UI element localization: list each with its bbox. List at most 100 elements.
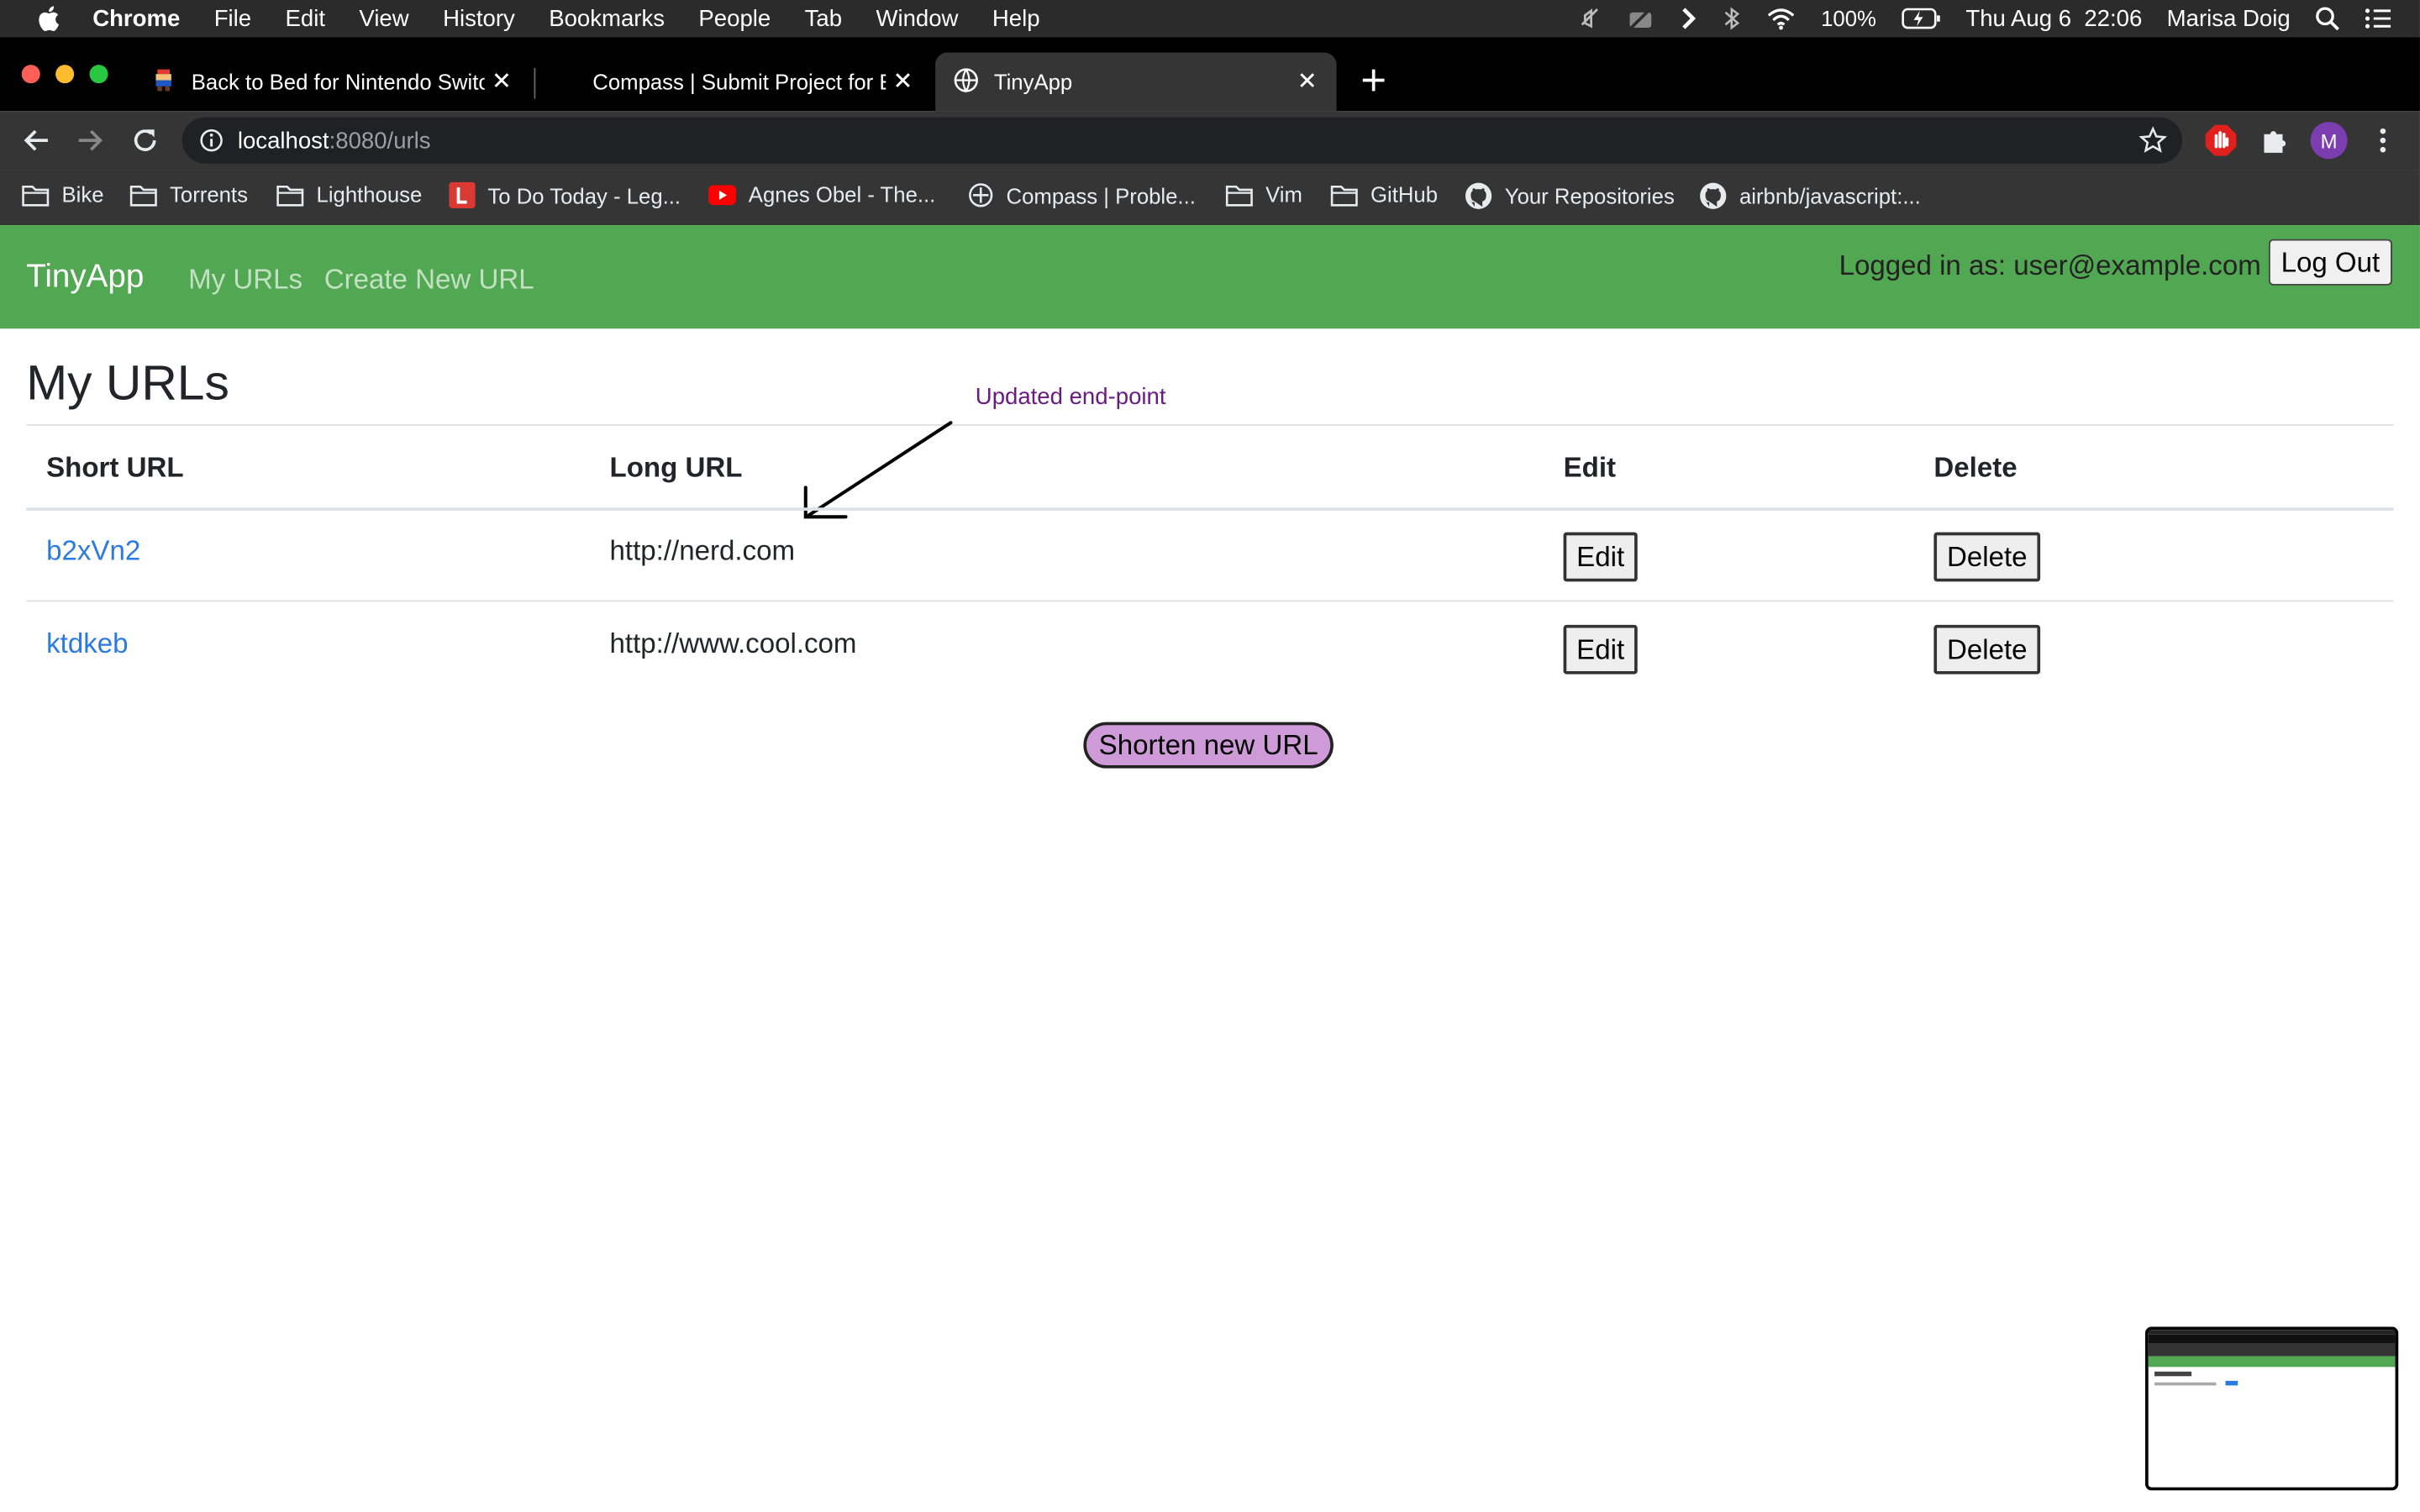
edit-button[interactable]: Edit — [1563, 532, 1638, 582]
chevron-right-icon[interactable] — [1679, 6, 1697, 30]
apple-icon[interactable] — [34, 5, 61, 33]
globe-icon — [954, 67, 978, 97]
compass-icon — [969, 183, 993, 207]
folder-icon — [22, 185, 50, 206]
bookmark-label: Compass | Proble... — [1006, 182, 1196, 208]
long-url-text: http://nerd.com — [609, 535, 796, 567]
bookmark-lighthouse[interactable]: Lighthouse — [276, 181, 423, 207]
bookmark-your-repositories[interactable]: Your Repositories — [1465, 182, 1675, 210]
menu-window[interactable]: Window — [876, 5, 958, 31]
bookmark-vim[interactable]: Vim — [1225, 182, 1302, 207]
address-bar[interactable]: localhost:8080/urls — [182, 117, 2183, 164]
row-divider — [26, 600, 2394, 602]
bookmarks-bar: Bike Torrents Lighthouse To Do Today - L… — [0, 170, 2420, 226]
menu-app-name[interactable]: Chrome — [92, 5, 180, 31]
bookmark-agnes-obel[interactable]: Agnes Obel - The... — [708, 182, 935, 207]
adblock-extension-icon[interactable] — [2204, 123, 2238, 165]
page-title: My URLs — [26, 354, 229, 411]
tab-label: Compass | Submit Project for E — [592, 69, 886, 95]
notification-center-icon[interactable] — [2365, 8, 2392, 29]
forward-arrow-icon[interactable] — [74, 123, 108, 157]
battery-icon[interactable] — [1901, 8, 1941, 29]
tab-tinyapp[interactable]: TinyApp — [935, 52, 1337, 112]
extensions-puzzle-icon[interactable] — [2260, 125, 2291, 164]
bookmark-todo-today[interactable]: To Do Today - Leg... — [449, 181, 681, 208]
app-brand[interactable]: TinyApp — [26, 260, 144, 297]
menubar-status-area: 100% Thu Aug 6 22:06 Marisa Doig — [1577, 0, 2392, 37]
menu-bookmarks[interactable]: Bookmarks — [549, 5, 665, 31]
annotation-label: Updated end-point — [975, 384, 1166, 411]
menubar-datetime[interactable]: Thu Aug 6 22:06 — [1965, 5, 2142, 31]
folder-icon — [1330, 185, 1358, 206]
window-zoom-button[interactable] — [89, 65, 108, 84]
github-icon — [1465, 182, 1492, 209]
spotlight-search-icon[interactable] — [2315, 6, 2339, 31]
tab-close-icon[interactable] — [1293, 66, 1321, 94]
github-icon — [1700, 182, 1727, 209]
tab-compass-submit[interactable]: Compass | Submit Project for E — [537, 52, 932, 111]
logout-button[interactable]: Log Out — [2268, 239, 2392, 286]
folder-icon — [1225, 185, 1253, 206]
menu-people[interactable]: People — [698, 5, 771, 31]
bookmark-label: Vim — [1265, 181, 1302, 207]
battery-percent: 100% — [1821, 6, 1876, 31]
menu-history[interactable]: History — [443, 5, 515, 31]
profile-avatar[interactable]: M — [2310, 122, 2348, 160]
browser-toolbar: localhost:8080/urls M — [0, 111, 2420, 171]
edit-button[interactable]: Edit — [1563, 624, 1638, 675]
wifi-icon[interactable] — [1765, 6, 1797, 30]
menu-help[interactable]: Help — [992, 5, 1040, 31]
short-url-link[interactable]: b2xVn2 — [46, 535, 140, 568]
back-arrow-icon[interactable] — [18, 123, 52, 157]
bookmark-compass[interactable]: Compass | Proble... — [968, 182, 1196, 208]
bookmark-label: Torrents — [170, 181, 248, 207]
header-short-url: Short URL — [46, 452, 184, 483]
mute-icon[interactable] — [1577, 6, 1602, 30]
l-favicon-icon — [449, 181, 476, 208]
delete-button[interactable]: Delete — [1933, 624, 2041, 675]
camera-off-icon[interactable] — [1627, 6, 1655, 30]
short-url-link[interactable]: ktdkeb — [46, 628, 128, 661]
tab-close-icon[interactable] — [487, 66, 515, 94]
header-divider — [26, 507, 2394, 511]
menubar-user[interactable]: Marisa Doig — [2167, 5, 2291, 31]
menu-tab[interactable]: Tab — [805, 5, 842, 31]
bookmark-airbnb-javascript[interactable]: airbnb/javascript:... — [1699, 182, 1921, 210]
bookmark-label: airbnb/javascript:... — [1739, 183, 1921, 208]
nav-my-urls[interactable]: My URLs — [188, 264, 302, 297]
bookmark-torrents[interactable]: Torrents — [129, 182, 248, 207]
window-close-button[interactable] — [21, 65, 40, 84]
menu-file[interactable]: File — [214, 5, 251, 31]
tab-label: TinyApp — [993, 69, 1073, 95]
tab-label: Back to Bed for Nintendo Switc — [191, 69, 485, 95]
browser-tab-strip: Back to Bed for Nintendo Switc Compass |… — [0, 37, 2420, 112]
bookmark-star-icon[interactable] — [2139, 126, 2168, 162]
delete-button[interactable]: Delete — [1933, 532, 2041, 582]
screenshot-thumbnail[interactable] — [2145, 1326, 2399, 1491]
bookmark-bike[interactable]: Bike — [22, 182, 103, 207]
folder-icon — [276, 185, 304, 206]
bookmark-label: Agnes Obel - The... — [748, 181, 936, 207]
menu-view[interactable]: View — [359, 5, 408, 31]
bookmark-github[interactable]: GitHub — [1330, 182, 1438, 207]
bookmark-label: Your Repositories — [1504, 183, 1675, 208]
site-info-icon[interactable] — [199, 128, 224, 160]
chrome-menu-icon[interactable] — [2372, 125, 2394, 164]
window-minimize-button[interactable] — [55, 65, 75, 84]
new-tab-plus-icon[interactable] — [1358, 65, 1389, 103]
youtube-icon — [708, 184, 737, 205]
title-divider — [26, 424, 2394, 426]
bluetooth-icon[interactable] — [1723, 6, 1741, 30]
bookmark-label: Lighthouse — [316, 181, 423, 207]
url-path: :8080/urls — [329, 127, 431, 154]
nav-create-new-url[interactable]: Create New URL — [324, 264, 534, 297]
tab-back-to-bed[interactable]: Back to Bed for Nintendo Switc — [139, 52, 531, 111]
header-long-url: Long URL — [609, 452, 743, 483]
menu-edit[interactable]: Edit — [286, 5, 325, 31]
logged-in-status: Logged in as: user@example.com — [1839, 249, 2261, 281]
folder-icon — [129, 185, 157, 206]
bookmark-label: To Do Today - Leg... — [487, 182, 681, 208]
tab-close-icon[interactable] — [889, 66, 917, 94]
shorten-new-url-button[interactable]: Shorten new URL — [1083, 722, 1334, 769]
reload-icon[interactable] — [128, 123, 161, 157]
